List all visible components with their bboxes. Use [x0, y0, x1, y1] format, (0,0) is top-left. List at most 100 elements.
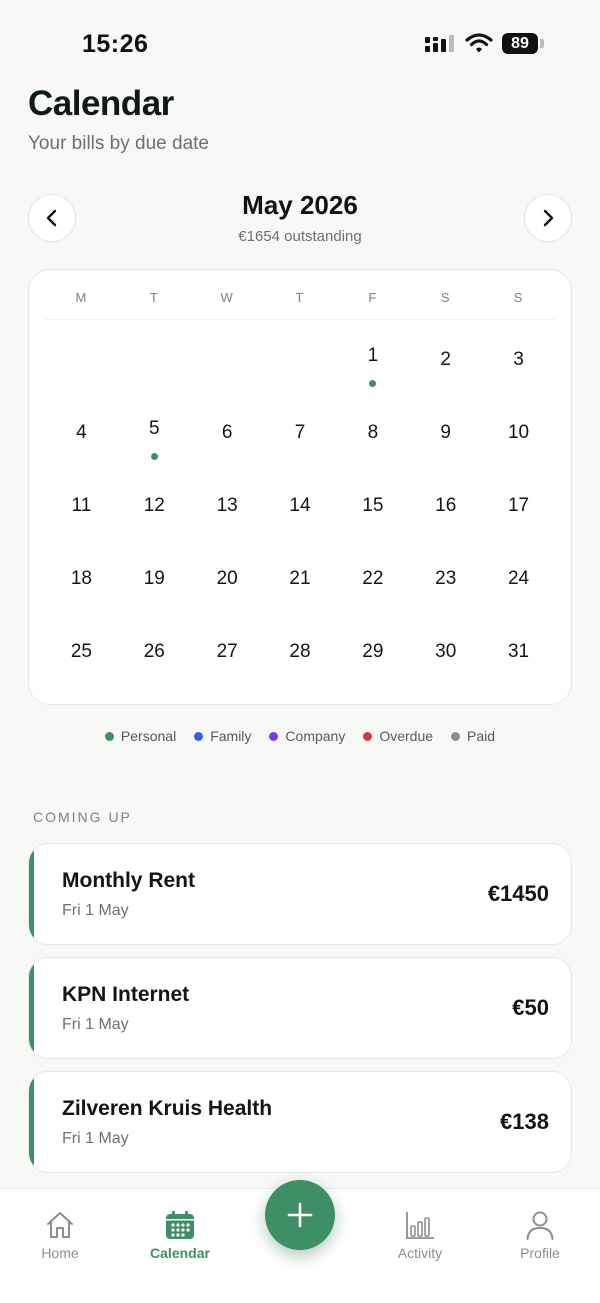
day-number: 12: [143, 495, 165, 516]
day-cell[interactable]: 13: [191, 466, 264, 539]
day-number: 23: [435, 568, 457, 589]
tab-label: Activity: [397, 1245, 443, 1261]
bill-due-date: Fri 1 May: [62, 1016, 129, 1033]
bill-card[interactable]: KPN Internet Fri 1 May €50: [28, 957, 572, 1059]
legend-label: Personal: [120, 728, 177, 744]
bill-amount: €50: [512, 995, 549, 1020]
day-number: 1: [367, 345, 379, 366]
legend-label: Family: [210, 728, 252, 744]
day-cell[interactable]: 26: [118, 612, 191, 685]
empty-day-cell: [45, 320, 118, 393]
day-cell[interactable]: 29: [336, 612, 409, 685]
legend-item: Overdue: [363, 728, 433, 744]
bill-name: Monthly Rent: [62, 869, 195, 892]
day-number: 2: [440, 349, 451, 370]
tab-activity[interactable]: Activity: [370, 1209, 470, 1261]
legend-item: Personal: [104, 728, 177, 744]
chevron-right-icon: [543, 209, 554, 227]
day-cell[interactable]: 22: [336, 539, 409, 612]
tab-label: Profile: [520, 1245, 560, 1261]
day-cell[interactable]: 9: [409, 393, 482, 466]
weekday-label: W: [220, 290, 234, 305]
bill-card[interactable]: Monthly Rent Fri 1 May €1450: [28, 843, 572, 945]
bill-due-date: Fri 1 May: [62, 902, 129, 919]
day-cell[interactable]: 4: [45, 393, 118, 466]
day-cell[interactable]: 18: [45, 539, 118, 612]
day-number: 9: [440, 422, 451, 443]
page-title: Calendar: [28, 84, 174, 123]
weekday-label: S: [440, 290, 451, 305]
day-cell[interactable]: 30: [409, 612, 482, 685]
weekday-label: T: [295, 290, 305, 305]
day-number: 3: [513, 349, 524, 370]
day-cell[interactable]: 6: [191, 393, 264, 466]
day-cell[interactable]: 20: [191, 539, 264, 612]
day-number: 6: [221, 422, 233, 443]
day-number: 14: [289, 495, 311, 516]
day-cell[interactable]: 11: [45, 466, 118, 539]
legend-item: Paid: [451, 728, 495, 744]
legend-label: Paid: [467, 728, 496, 744]
day-cell[interactable]: 3: [482, 320, 555, 393]
bill-amount: €1450: [487, 881, 549, 906]
day-cell[interactable]: 31: [482, 612, 555, 685]
status-bar: 15:26 89: [0, 0, 600, 88]
day-cell[interactable]: 17: [482, 466, 555, 539]
legend-label: Company: [285, 728, 346, 744]
day-cell[interactable]: 24: [482, 539, 555, 612]
bill-category-accent: [29, 958, 34, 1058]
day-cell[interactable]: 12: [118, 466, 191, 539]
bill-card[interactable]: Zilveren Kruis Health Fri 1 May €138: [28, 1071, 572, 1173]
empty-day-cell: [118, 320, 191, 393]
tab-label: Home: [41, 1245, 79, 1261]
day-cell[interactable]: 21: [264, 539, 337, 612]
page-subtitle: Your bills by due date: [28, 133, 209, 154]
day-number: 7: [294, 422, 306, 443]
outstanding-total: €1654 outstanding: [238, 228, 362, 245]
legend-dot: [363, 731, 373, 741]
month-label: May 2026: [242, 190, 358, 220]
legend-dot: [104, 731, 114, 741]
weekday-label: T: [149, 290, 159, 305]
day-cell[interactable]: 2: [409, 320, 482, 393]
day-number: 18: [70, 568, 92, 589]
day-cell[interactable]: 7: [264, 393, 337, 466]
add-bill-button[interactable]: [265, 1180, 335, 1250]
day-number: 28: [289, 641, 311, 662]
day-cell[interactable]: 5: [118, 393, 191, 466]
day-cell[interactable]: 10: [482, 393, 555, 466]
day-number: 25: [70, 641, 92, 662]
day-cell[interactable]: 1: [336, 320, 409, 393]
day-cell[interactable]: 8: [336, 393, 409, 466]
bill-amount: €138: [500, 1109, 549, 1134]
calendar-icon: [166, 1211, 194, 1239]
day-cell[interactable]: 19: [118, 539, 191, 612]
bill-due-date: Fri 1 May: [62, 1130, 129, 1147]
day-number: 20: [216, 568, 238, 589]
day-cell[interactable]: 14: [264, 466, 337, 539]
weekday-label: S: [513, 290, 524, 305]
day-cell[interactable]: 27: [191, 612, 264, 685]
day-cell[interactable]: 25: [45, 612, 118, 685]
status-time: 15:26: [82, 30, 149, 58]
day-number: 31: [507, 641, 530, 662]
home-icon: [47, 1212, 73, 1238]
tab-profile[interactable]: Profile: [490, 1209, 590, 1261]
cellular-signal-icon: [425, 35, 454, 52]
day-number: 5: [148, 418, 160, 439]
wifi-icon: [465, 33, 493, 53]
bill-category-accent: [29, 1072, 34, 1172]
day-cell[interactable]: 15: [336, 466, 409, 539]
day-cell[interactable]: 16: [409, 466, 482, 539]
next-month-button[interactable]: [524, 194, 572, 242]
legend-dot: [269, 731, 279, 741]
tab-calendar[interactable]: Calendar: [130, 1209, 230, 1261]
day-number: 16: [435, 495, 457, 516]
tab-home[interactable]: Home: [10, 1209, 110, 1261]
battery-nub: [540, 39, 544, 48]
day-cell[interactable]: 28: [264, 612, 337, 685]
day-number: 19: [143, 568, 165, 589]
weekday-label: F: [368, 290, 378, 305]
day-cell[interactable]: 23: [409, 539, 482, 612]
legend-label: Overdue: [379, 728, 434, 744]
